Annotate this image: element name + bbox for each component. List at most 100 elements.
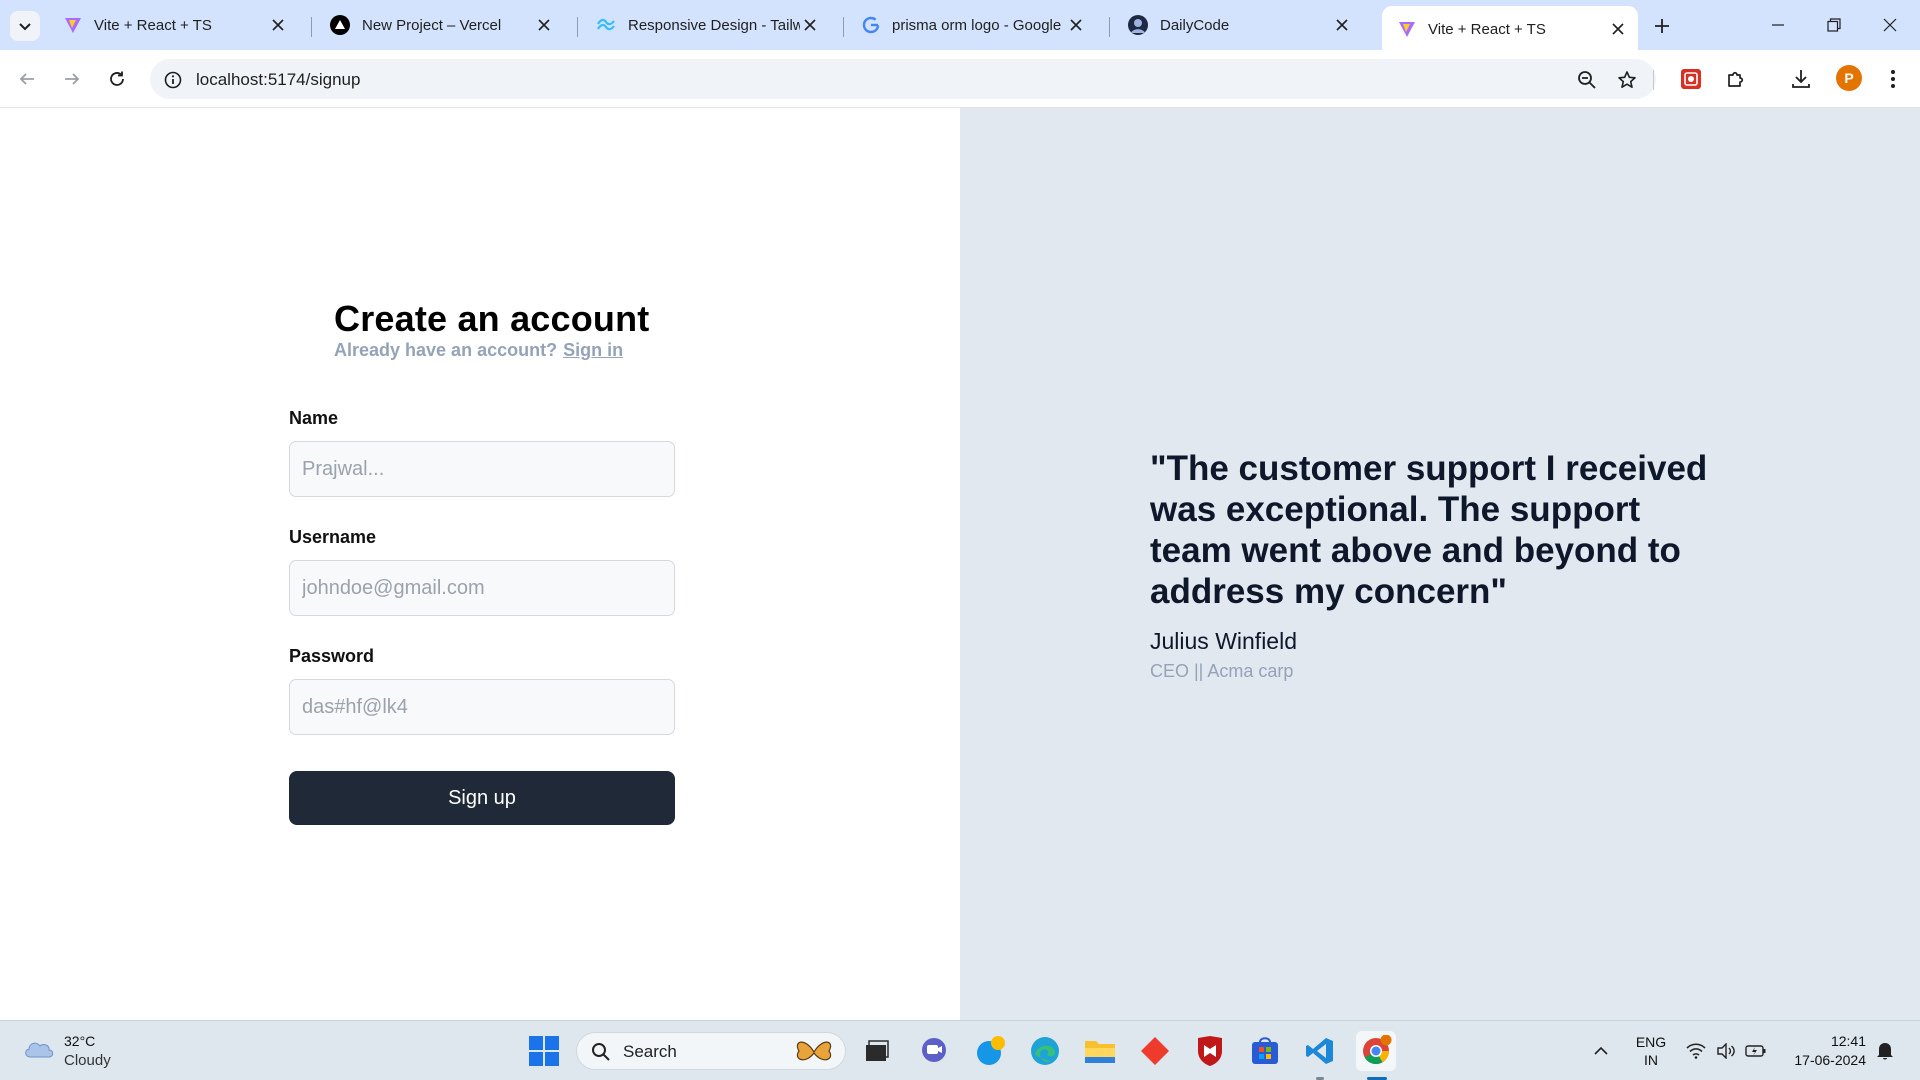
testimonial-role: CEO || Acma carp <box>1150 661 1294 681</box>
more-menu-icon[interactable] <box>1878 64 1908 94</box>
testimonial-panel: "The customer support I received was exc… <box>960 108 1920 1020</box>
wifi-icon[interactable] <box>1685 1040 1707 1062</box>
file-explorer-icon[interactable] <box>1080 1031 1120 1071</box>
browser-toolbar: localhost:5174/signup P <box>0 50 1920 108</box>
mcafee-icon[interactable] <box>1190 1031 1230 1071</box>
taskview-icon[interactable] <box>857 1031 897 1071</box>
tab-title: Responsive Design - Tailwi <box>628 16 800 34</box>
edge-browser-icon[interactable] <box>1025 1031 1065 1071</box>
butterfly-icon <box>796 1041 832 1061</box>
notification-bell-icon[interactable] <box>1874 1040 1896 1062</box>
restore-icon <box>1827 18 1841 32</box>
signin-link[interactable]: Sign in <box>563 340 623 360</box>
clock-time: 12:41 <box>1830 1033 1866 1049</box>
close-window-button[interactable] <box>1862 0 1918 50</box>
copilot-icon[interactable] <box>970 1031 1010 1071</box>
tab-divider <box>311 17 312 37</box>
windows-start-icon[interactable] <box>528 1035 560 1067</box>
testimonial-quote: "The customer support I received was exc… <box>1150 449 1708 611</box>
plus-icon <box>1655 19 1669 33</box>
name-input[interactable] <box>289 441 675 497</box>
toolbar-divider <box>1653 70 1654 90</box>
tab-title: New Project – Vercel <box>362 16 502 34</box>
page-content: Create an account Already have an accoun… <box>0 108 1920 1020</box>
tab-vercel[interactable]: New Project – Vercel <box>314 8 564 42</box>
signin-prompt-text: Already have an account? <box>334 340 558 360</box>
close-icon <box>1883 18 1897 32</box>
close-icon[interactable] <box>268 15 288 35</box>
arrow-right-icon <box>65 73 80 85</box>
vite-icon <box>65 18 81 33</box>
reload-button[interactable] <box>101 63 133 95</box>
search-icon <box>592 1043 610 1061</box>
vite-icon <box>1399 22 1415 37</box>
signin-prompt: Already have an account? Sign in <box>334 340 623 361</box>
tab-title: DailyCode <box>1160 16 1230 34</box>
chevron-up-icon[interactable] <box>1590 1040 1612 1062</box>
extension-screenshot-icon[interactable] <box>1676 64 1706 94</box>
back-button[interactable] <box>11 63 43 95</box>
tab-tailwind[interactable]: Responsive Design - Tailwi <box>580 8 830 42</box>
username-input[interactable] <box>289 560 675 616</box>
new-tab-button[interactable] <box>1647 11 1677 41</box>
zoom-icon[interactable] <box>1574 67 1600 93</box>
tab-title: Vite + React + TS <box>1428 20 1546 38</box>
volume-icon[interactable] <box>1715 1040 1737 1062</box>
address-bar[interactable]: localhost:5174/signup <box>150 59 1656 99</box>
google-icon <box>862 16 880 34</box>
close-icon[interactable] <box>1332 15 1352 35</box>
teams-chat-icon[interactable] <box>914 1031 954 1071</box>
tab-divider <box>843 17 844 37</box>
weather-temperature: 32°C <box>64 1033 96 1049</box>
system-clock[interactable]: 12:41 17-06-2024 <box>1778 1032 1866 1070</box>
tab-vite-active[interactable]: Vite + React + TS <box>1382 6 1638 50</box>
downloads-icon[interactable] <box>1786 64 1816 94</box>
name-label: Name <box>289 408 339 428</box>
tab-title: prisma orm logo - Google <box>892 16 1062 34</box>
profile-avatar[interactable]: P <box>1836 65 1862 91</box>
tab-google[interactable]: prisma orm logo - Google <box>846 8 1096 42</box>
language-indicator[interactable]: ENG IN <box>1634 1033 1668 1069</box>
language-region: IN <box>1644 1052 1658 1068</box>
close-icon[interactable] <box>1066 15 1086 35</box>
windows-taskbar: 32°C Cloudy Search ENG IN 12:41 17-06-20… <box>0 1020 1920 1080</box>
signup-panel: Create an account Already have an accoun… <box>0 108 960 1020</box>
taskbar-search[interactable]: Search <box>576 1032 846 1070</box>
weather-description: Cloudy <box>64 1052 111 1069</box>
extensions-puzzle-icon[interactable] <box>1721 64 1751 94</box>
url-text: localhost:5174/signup <box>196 70 361 89</box>
forward-button[interactable] <box>56 63 88 95</box>
language-code: ENG <box>1635 1034 1667 1050</box>
password-input[interactable] <box>289 679 675 735</box>
git-app-icon[interactable] <box>1135 1031 1175 1071</box>
tab-divider <box>1109 17 1110 37</box>
close-icon[interactable] <box>534 15 554 35</box>
minimize-icon <box>1772 24 1784 26</box>
tab-title: Vite + React + TS <box>94 16 212 34</box>
microsoft-store-icon[interactable] <box>1245 1031 1285 1071</box>
browser-tab-strip: Vite + React + TS New Project – Vercel R… <box>0 0 1920 50</box>
username-label: Username <box>289 527 377 547</box>
chrome-icon[interactable] <box>1356 1031 1396 1071</box>
bookmark-star-icon[interactable] <box>1614 67 1640 93</box>
vscode-icon[interactable] <box>1300 1031 1340 1071</box>
close-icon[interactable] <box>1608 19 1628 39</box>
arrow-left-icon <box>19 73 34 85</box>
cloud-icon <box>25 1042 54 1058</box>
tab-divider <box>577 17 578 37</box>
chevron-down-icon <box>19 23 31 31</box>
battery-charging-icon[interactable] <box>1745 1040 1767 1062</box>
tab-vite-1[interactable]: Vite + React + TS <box>48 8 298 42</box>
clock-date: 17-06-2024 <box>1794 1052 1866 1068</box>
reload-icon <box>110 71 124 86</box>
tailwind-icon <box>597 18 615 31</box>
tab-dailycode[interactable]: DailyCode <box>1112 8 1362 42</box>
close-icon[interactable] <box>800 15 820 35</box>
testimonial-author: Julius Winfield <box>1150 628 1297 654</box>
minimize-button[interactable] <box>1750 0 1806 50</box>
signup-heading: Create an account <box>334 298 650 339</box>
site-info-icon[interactable] <box>160 67 186 93</box>
tab-search-button[interactable] <box>10 11 40 41</box>
restore-button[interactable] <box>1806 0 1862 50</box>
signup-button[interactable]: Sign up <box>289 771 675 825</box>
